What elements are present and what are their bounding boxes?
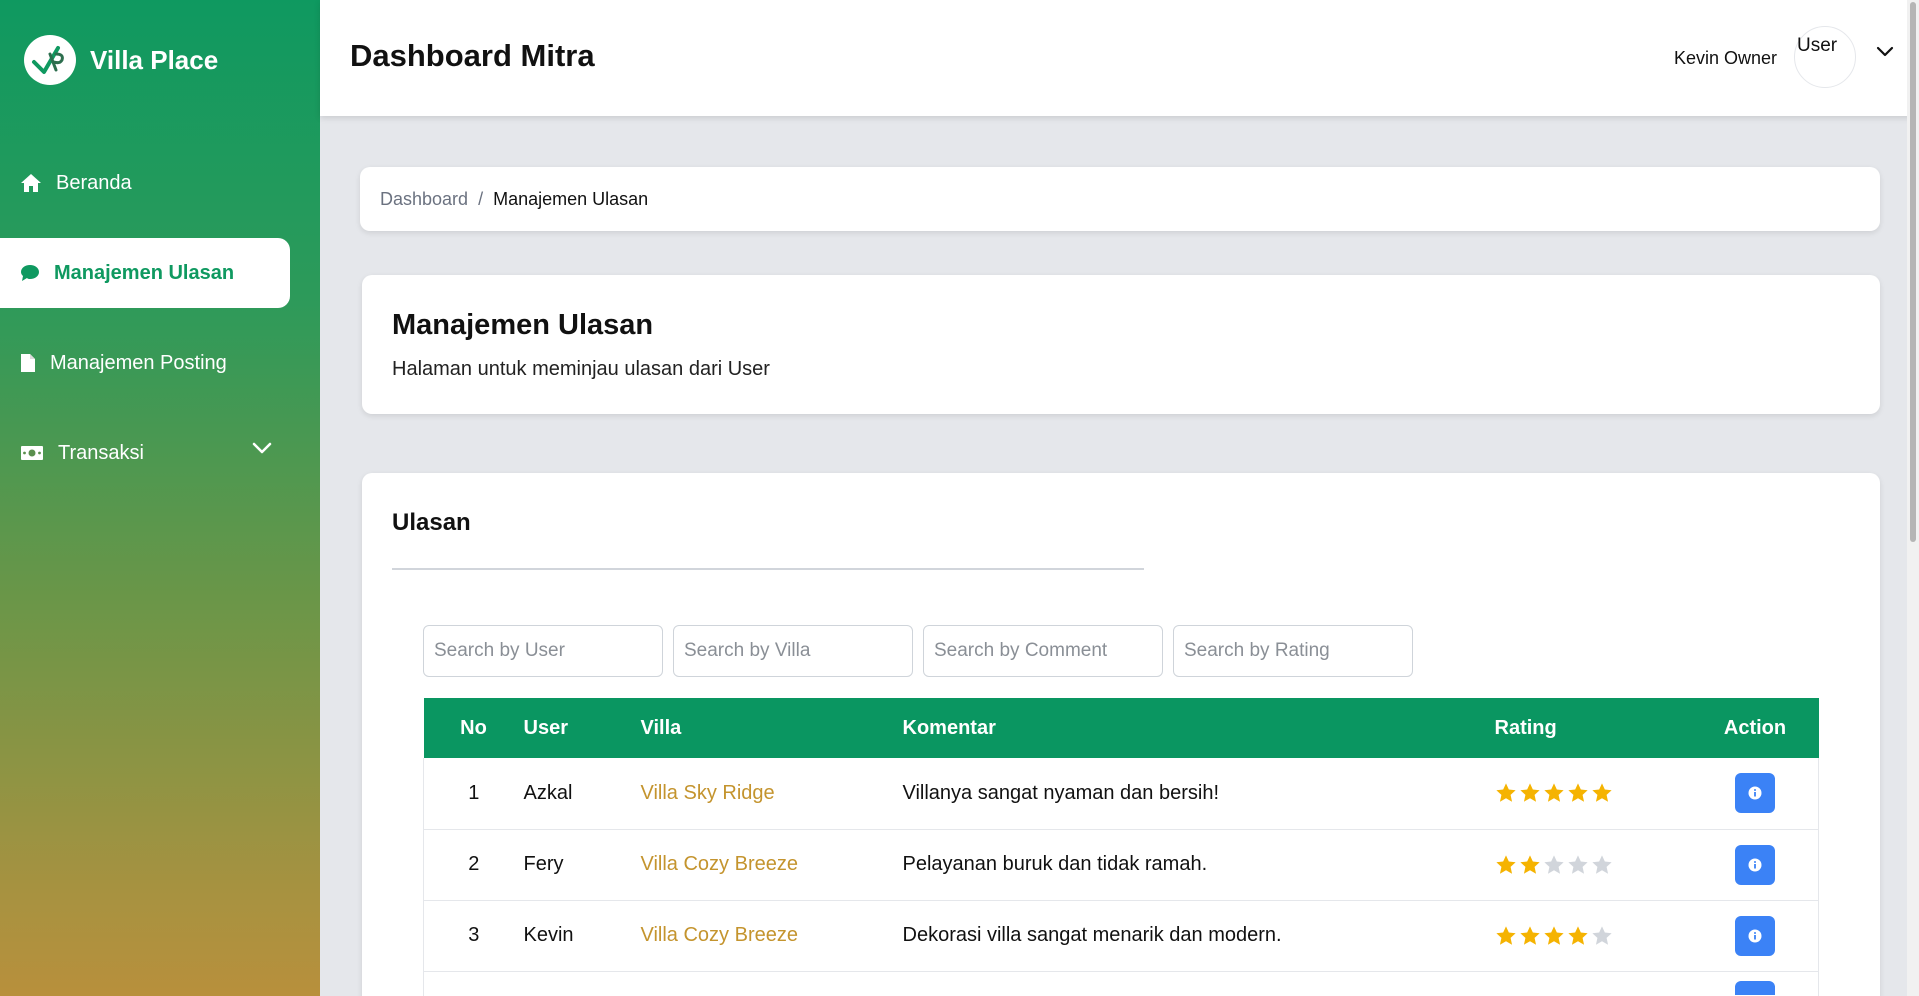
cell-comment: Villanya sangat nyaman dan bersih! (902, 758, 1495, 830)
avatar-alt-text: User (1797, 35, 1838, 56)
section-title: Manajemen Ulasan (392, 309, 654, 341)
info-button[interactable] (1734, 915, 1775, 956)
info-button[interactable] (1734, 773, 1775, 814)
breadcrumb-separator: / (478, 188, 484, 209)
chevron-down-icon[interactable] (1876, 46, 1894, 58)
reviews-card: Ulasan No User Villa Komentar Rating Act… (362, 473, 1880, 996)
reviews-title: Ulasan (392, 509, 471, 536)
star-filled-icon (1567, 926, 1588, 945)
villa-logo-icon (24, 35, 76, 85)
column-header-no: No (460, 716, 487, 739)
avatar[interactable]: User (1794, 26, 1856, 88)
comment-icon (21, 265, 39, 281)
column-header-user: User (523, 716, 568, 739)
sidebar: Villa Place Beranda Manajemen Ulasan Man… (0, 0, 320, 996)
sidebar-item-manajemen-ulasan[interactable]: Manajemen Ulasan (0, 238, 290, 308)
breadcrumb-dashboard[interactable]: Dashboard (380, 189, 468, 210)
info-icon (1748, 786, 1762, 800)
sidebar-item-transaksi[interactable]: Transaksi (0, 418, 290, 488)
file-icon (21, 354, 35, 372)
section-subtitle: Halaman untuk meminjau ulasan dari User (392, 358, 770, 380)
home-icon (21, 174, 41, 192)
chevron-down-icon[interactable] (252, 442, 272, 454)
search-comment-input[interactable] (923, 625, 1163, 677)
star-filled-icon (1519, 926, 1540, 945)
table-row: 3 Kevin Villa Cozy Breeze Dekorasi villa… (423, 900, 1819, 972)
sidebar-item-label: Manajemen Ulasan (54, 261, 235, 284)
breadcrumb: Dashboard / Manajemen Ulasan (360, 167, 1880, 231)
table-row (423, 971, 1819, 996)
user-name[interactable]: Kevin Owner (1674, 48, 1777, 69)
scrollbar[interactable] (1907, 0, 1919, 996)
star-filled-icon (1543, 926, 1564, 945)
cell-no: 3 (423, 900, 524, 972)
star-filled-icon (1495, 926, 1516, 945)
rating-stars (1494, 829, 1692, 901)
villa-link[interactable]: Villa Cozy Breeze (641, 853, 798, 875)
rating-stars (1494, 900, 1692, 972)
star-filled-icon (1567, 783, 1588, 803)
topbar: Dashboard Mitra Kevin Owner User (320, 0, 1919, 116)
rating-stars (1494, 758, 1692, 830)
info-button[interactable] (1734, 981, 1775, 995)
brand[interactable]: Villa Place (24, 35, 218, 85)
sidebar-item-manajemen-posting[interactable]: Manajemen Posting (0, 328, 290, 398)
star-empty-icon (1543, 855, 1564, 874)
star-filled-icon (1495, 783, 1516, 803)
sidebar-item-label: Transaksi (58, 441, 144, 464)
column-header-villa: Villa (640, 716, 682, 739)
search-user-input[interactable] (423, 625, 663, 677)
page-header-card: Manajemen Ulasan Halaman untuk meminjau … (362, 275, 1880, 414)
star-filled-icon (1495, 855, 1516, 874)
sidebar-item-beranda[interactable]: Beranda (0, 148, 290, 218)
info-icon (1748, 929, 1762, 942)
column-header-action: Action (1723, 716, 1787, 739)
star-filled-icon (1543, 783, 1564, 803)
cell-comment: Pelayanan buruk dan tidak ramah. (902, 829, 1495, 901)
star-empty-icon (1591, 855, 1612, 874)
sidebar-item-label: Manajemen Posting (50, 351, 227, 374)
star-filled-icon (1519, 855, 1540, 874)
sidebar-item-label: Beranda (56, 171, 132, 194)
scrollbar-thumb[interactable] (1910, 2, 1916, 542)
cell-comment: Dekorasi villa sangat menarik dan modern… (902, 900, 1495, 972)
villa-link[interactable]: Villa Cozy Breeze (641, 924, 798, 946)
brand-name: Villa Place (90, 44, 219, 75)
info-icon (1748, 858, 1762, 871)
star-filled-icon (1591, 783, 1612, 803)
table-header-row: No User Villa Komentar Rating Action (423, 698, 1819, 758)
cell-no: 2 (423, 829, 524, 901)
info-button[interactable] (1734, 844, 1775, 885)
cell-user: Kevin (523, 900, 641, 972)
table-row: 2 Fery Villa Cozy Breeze Pelayanan buruk… (423, 829, 1819, 901)
villa-link[interactable]: Villa Sky Ridge (641, 782, 775, 804)
cell-user: Azkal (523, 758, 641, 830)
star-empty-icon (1591, 926, 1612, 945)
money-icon (21, 446, 43, 460)
column-header-komentar: Komentar (902, 716, 996, 739)
cell-no: 1 (423, 758, 524, 830)
search-rating-input[interactable] (1173, 625, 1413, 677)
column-header-rating: Rating (1494, 716, 1557, 739)
reviews-table: No User Villa Komentar Rating Action 1 A… (423, 698, 1819, 996)
divider (392, 568, 1144, 570)
breadcrumb-current: Manajemen Ulasan (493, 188, 649, 209)
star-empty-icon (1567, 855, 1588, 874)
star-filled-icon (1519, 783, 1540, 803)
cell-user: Fery (523, 829, 641, 901)
search-villa-input[interactable] (673, 625, 913, 677)
page-title: Dashboard Mitra (350, 38, 595, 73)
table-row: 1 Azkal Villa Sky Ridge Villanya sangat … (423, 758, 1819, 830)
